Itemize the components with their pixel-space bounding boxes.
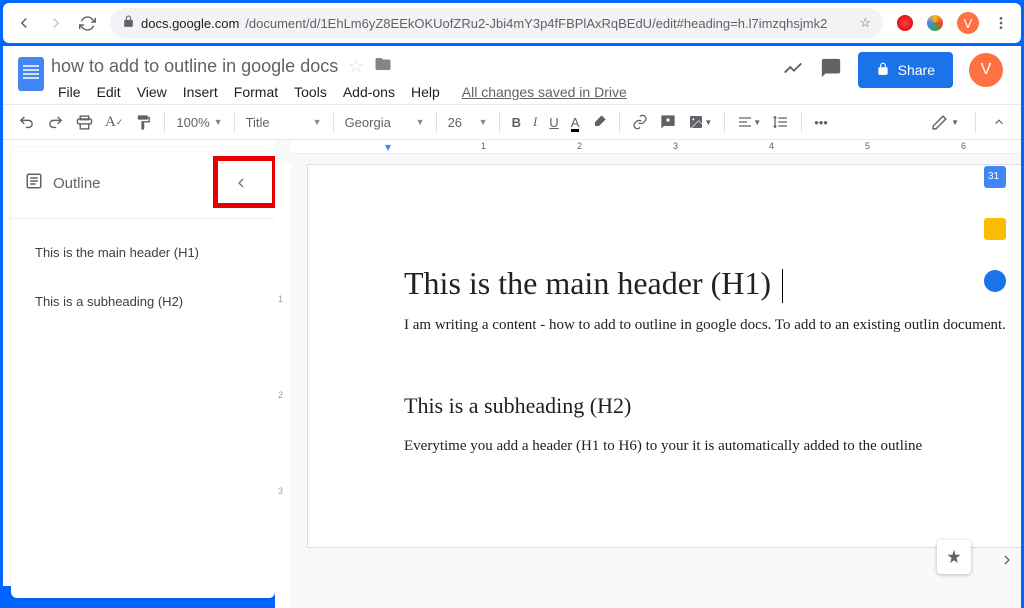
chevron-up-icon[interactable] (987, 111, 1011, 133)
outline-panel: Outline This is the main header (H1) Thi… (11, 148, 275, 598)
trend-icon[interactable] (782, 57, 804, 84)
share-button[interactable]: Share (858, 52, 953, 88)
back-icon[interactable] (15, 14, 33, 32)
underline-icon[interactable]: U (544, 111, 563, 134)
lock-icon (122, 15, 135, 31)
saved-status[interactable]: All changes saved in Drive (455, 82, 634, 102)
style-dropdown[interactable]: Title▼ (242, 115, 326, 130)
share-label: Share (898, 62, 935, 78)
profile-avatar[interactable]: V (957, 12, 979, 34)
menu-format[interactable]: Format (227, 82, 285, 102)
print-icon[interactable] (71, 110, 98, 135)
vertical-ruler[interactable]: 1 2 3 (275, 164, 291, 608)
text-color-icon[interactable]: A (566, 111, 585, 134)
reload-icon[interactable] (79, 15, 96, 32)
outline-item[interactable]: This is the main header (H1) (11, 239, 275, 266)
toolbar: A✓ 100%▼ Title▼ Georgia▼ 26▼ B I U A ▼ ▼… (3, 104, 1021, 140)
lock-icon (876, 62, 890, 79)
spellcheck-icon[interactable]: A✓ (100, 110, 128, 135)
annotation-highlight (213, 156, 277, 208)
redo-icon[interactable] (42, 110, 69, 135)
menu-addons[interactable]: Add-ons (336, 82, 402, 102)
keep-icon[interactable] (984, 218, 1006, 240)
outline-icon (25, 172, 43, 195)
url-path: /document/d/1EhLm6yZ8EEkOKUofZRu2-Jbi4mY… (245, 16, 827, 31)
side-panel (973, 156, 1017, 292)
image-icon[interactable]: ▼ (683, 110, 717, 134)
align-icon[interactable]: ▼ (732, 110, 766, 134)
document-page[interactable]: This is the main header (H1) I am writin… (307, 164, 1021, 548)
menu-file[interactable]: File (51, 82, 88, 102)
undo-icon[interactable] (13, 110, 40, 135)
add-comment-icon[interactable] (655, 110, 681, 134)
calendar-icon[interactable] (984, 166, 1006, 188)
forward-icon[interactable] (47, 14, 65, 32)
ext-icon-2[interactable] (927, 15, 943, 31)
kebab-icon[interactable] (993, 15, 1009, 31)
edit-mode-icon[interactable]: ▼ (926, 110, 964, 135)
italic-icon[interactable]: I (528, 110, 542, 134)
paragraph[interactable]: Everytime you add a header (H1 to H6) to… (404, 435, 1021, 458)
menu-view[interactable]: View (130, 82, 174, 102)
paragraph[interactable]: I am writing a content - how to add to o… (404, 314, 1021, 337)
ext-icon-1[interactable] (897, 15, 913, 31)
outline-item[interactable]: This is a subheading (H2) (11, 288, 275, 315)
menu-tools[interactable]: Tools (287, 82, 334, 102)
text-cursor (782, 269, 783, 303)
account-avatar[interactable]: V (969, 53, 1003, 87)
more-icon[interactable]: ••• (809, 111, 833, 134)
font-dropdown[interactable]: Georgia▼ (341, 115, 429, 130)
menu-help[interactable]: Help (404, 82, 447, 102)
menu-insert[interactable]: Insert (176, 82, 225, 102)
docs-logo[interactable] (11, 52, 51, 96)
highlight-icon[interactable] (586, 110, 612, 134)
comment-icon[interactable] (820, 57, 842, 84)
explore-button[interactable] (937, 540, 971, 574)
doc-title[interactable]: how to add to outline in google docs (51, 56, 338, 77)
heading-2[interactable]: This is a subheading (H2) (404, 393, 1021, 419)
menu-edit[interactable]: Edit (90, 82, 128, 102)
star-icon[interactable]: ☆ (348, 56, 364, 77)
link-icon[interactable] (627, 110, 653, 134)
folder-icon[interactable] (374, 55, 392, 78)
tasks-icon[interactable] (984, 270, 1006, 292)
outline-title: Outline (53, 175, 213, 192)
paint-format-icon[interactable] (130, 110, 157, 135)
address-bar[interactable]: docs.google.com/document/d/1EhLm6yZ8EEkO… (110, 8, 883, 38)
fontsize-dropdown[interactable]: 26▼ (444, 115, 492, 130)
url-host: docs.google.com (141, 16, 239, 31)
bold-icon[interactable]: B (507, 111, 526, 134)
horizontal-ruler[interactable]: ▾ 1 2 3 4 5 6 (291, 140, 1021, 154)
zoom-dropdown[interactable]: 100%▼ (172, 115, 226, 130)
heading-1[interactable]: This is the main header (H1) (404, 265, 1021, 302)
star-icon[interactable]: ☆ (859, 15, 871, 31)
line-spacing-icon[interactable] (768, 110, 794, 134)
hide-sidepanel-icon[interactable] (999, 551, 1015, 574)
